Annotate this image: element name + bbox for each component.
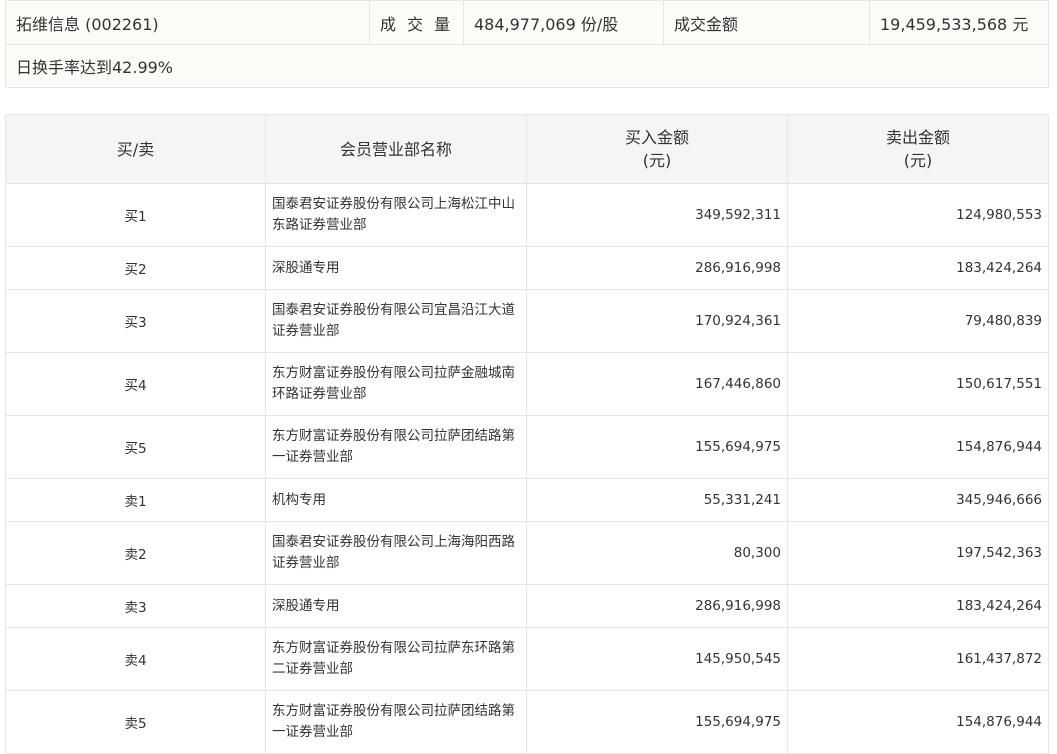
turnover-note: 日换手率达到42.99% — [5, 44, 1049, 88]
side-cell: 卖1 — [5, 478, 266, 522]
side-cell: 买1 — [5, 183, 266, 247]
note-row: 日换手率达到42.99% — [5, 44, 1049, 88]
volume-label: 成 交 量 — [369, 0, 464, 45]
sell-amount-cell: 161,437,872 — [787, 627, 1049, 691]
header-buy-title: 买入金额 — [624, 128, 689, 147]
sell-amount-cell: 154,876,944 — [787, 690, 1049, 754]
buy-amount-cell: 145,950,545 — [526, 627, 788, 691]
amount-label: 成交金额 — [663, 0, 870, 45]
brokerage-table: 买/卖 会员营业部名称 买入金额 (元) 卖出金额 (元) 买1 国泰君安证券股… — [5, 114, 1049, 754]
broker-name-cell: 东方财富证券股份有限公司拉萨团结路第一证券营业部 — [265, 415, 527, 479]
buy-amount-cell: 80,300 — [526, 521, 788, 585]
volume-value: 484,977,069 份/股 — [463, 0, 664, 45]
sell-amount-cell: 197,542,363 — [787, 521, 1049, 585]
broker-name-cell: 东方财富证券股份有限公司拉萨团结路第一证券营业部 — [265, 690, 527, 754]
header-sell-title: 卖出金额 — [885, 128, 950, 147]
side-cell: 买2 — [5, 246, 266, 290]
summary-row: 拓维信息 (002261) 成 交 量 484,977,069 份/股 成交金额… — [5, 0, 1049, 45]
table-row: 卖2 国泰君安证券股份有限公司上海海阳西路证券营业部 80,300 197,54… — [5, 521, 1049, 585]
side-cell: 买3 — [5, 289, 266, 353]
buy-amount-cell: 286,916,998 — [526, 246, 788, 290]
header-buy-unit: (元) — [642, 151, 672, 170]
broker-name-cell: 国泰君安证券股份有限公司上海松江中山东路证券营业部 — [265, 183, 527, 247]
buy-amount-cell: 286,916,998 — [526, 584, 788, 628]
broker-name-cell: 深股通专用 — [265, 584, 527, 628]
side-cell: 卖4 — [5, 627, 266, 691]
sell-amount-cell: 345,946,666 — [787, 478, 1049, 522]
table-row: 卖4 东方财富证券股份有限公司拉萨东环路第二证券营业部 145,950,545 … — [5, 627, 1049, 691]
stock-name: 拓维信息 (002261) — [5, 0, 370, 45]
broker-name-cell: 深股通专用 — [265, 246, 527, 290]
sell-amount-cell: 154,876,944 — [787, 415, 1049, 479]
broker-name-cell: 国泰君安证券股份有限公司上海海阳西路证券营业部 — [265, 521, 527, 585]
sell-amount-cell: 183,424,264 — [787, 246, 1049, 290]
sell-amount-cell: 79,480,839 — [787, 289, 1049, 353]
table-row: 买4 东方财富证券股份有限公司拉萨金融城南环路证券营业部 167,446,860… — [5, 352, 1049, 416]
buy-amount-cell: 155,694,975 — [526, 415, 788, 479]
buy-amount-cell: 55,331,241 — [526, 478, 788, 522]
sell-amount-cell: 183,424,264 — [787, 584, 1049, 628]
header-side: 买/卖 — [5, 114, 266, 184]
broker-name-cell: 东方财富证券股份有限公司拉萨金融城南环路证券营业部 — [265, 352, 527, 416]
side-cell: 买4 — [5, 352, 266, 416]
broker-name-cell: 国泰君安证券股份有限公司宜昌沿江大道证券营业部 — [265, 289, 527, 353]
side-cell: 卖3 — [5, 584, 266, 628]
buy-amount-cell: 167,446,860 — [526, 352, 788, 416]
stock-summary-table: 拓维信息 (002261) 成 交 量 484,977,069 份/股 成交金额… — [5, 0, 1049, 88]
table-row: 买1 国泰君安证券股份有限公司上海松江中山东路证券营业部 349,592,311… — [5, 183, 1049, 247]
header-name: 会员营业部名称 — [265, 114, 527, 184]
buy-amount-cell: 155,694,975 — [526, 690, 788, 754]
table-row: 买3 国泰君安证券股份有限公司宜昌沿江大道证券营业部 170,924,361 7… — [5, 289, 1049, 353]
amount-value: 19,459,533,568 元 — [869, 0, 1049, 45]
broker-name-cell: 机构专用 — [265, 478, 527, 522]
broker-name-cell: 东方财富证券股份有限公司拉萨东环路第二证券营业部 — [265, 627, 527, 691]
table-header-row: 买/卖 会员营业部名称 买入金额 (元) 卖出金额 (元) — [5, 114, 1049, 184]
sell-amount-cell: 150,617,551 — [787, 352, 1049, 416]
side-cell: 卖5 — [5, 690, 266, 754]
buy-amount-cell: 349,592,311 — [526, 183, 788, 247]
table-row: 买5 东方财富证券股份有限公司拉萨团结路第一证券营业部 155,694,975 … — [5, 415, 1049, 479]
buy-amount-cell: 170,924,361 — [526, 289, 788, 353]
sell-amount-cell: 124,980,553 — [787, 183, 1049, 247]
side-cell: 买5 — [5, 415, 266, 479]
table-row: 卖5 东方财富证券股份有限公司拉萨团结路第一证券营业部 155,694,975 … — [5, 690, 1049, 754]
side-cell: 卖2 — [5, 521, 266, 585]
table-row: 卖1 机构专用 55,331,241 345,946,666 — [5, 478, 1049, 522]
table-row: 买2 深股通专用 286,916,998 183,424,264 — [5, 246, 1049, 290]
header-sell: 卖出金额 (元) — [787, 114, 1049, 184]
table-row: 卖3 深股通专用 286,916,998 183,424,264 — [5, 584, 1049, 628]
header-buy: 买入金额 (元) — [526, 114, 788, 184]
header-sell-unit: (元) — [903, 151, 933, 170]
